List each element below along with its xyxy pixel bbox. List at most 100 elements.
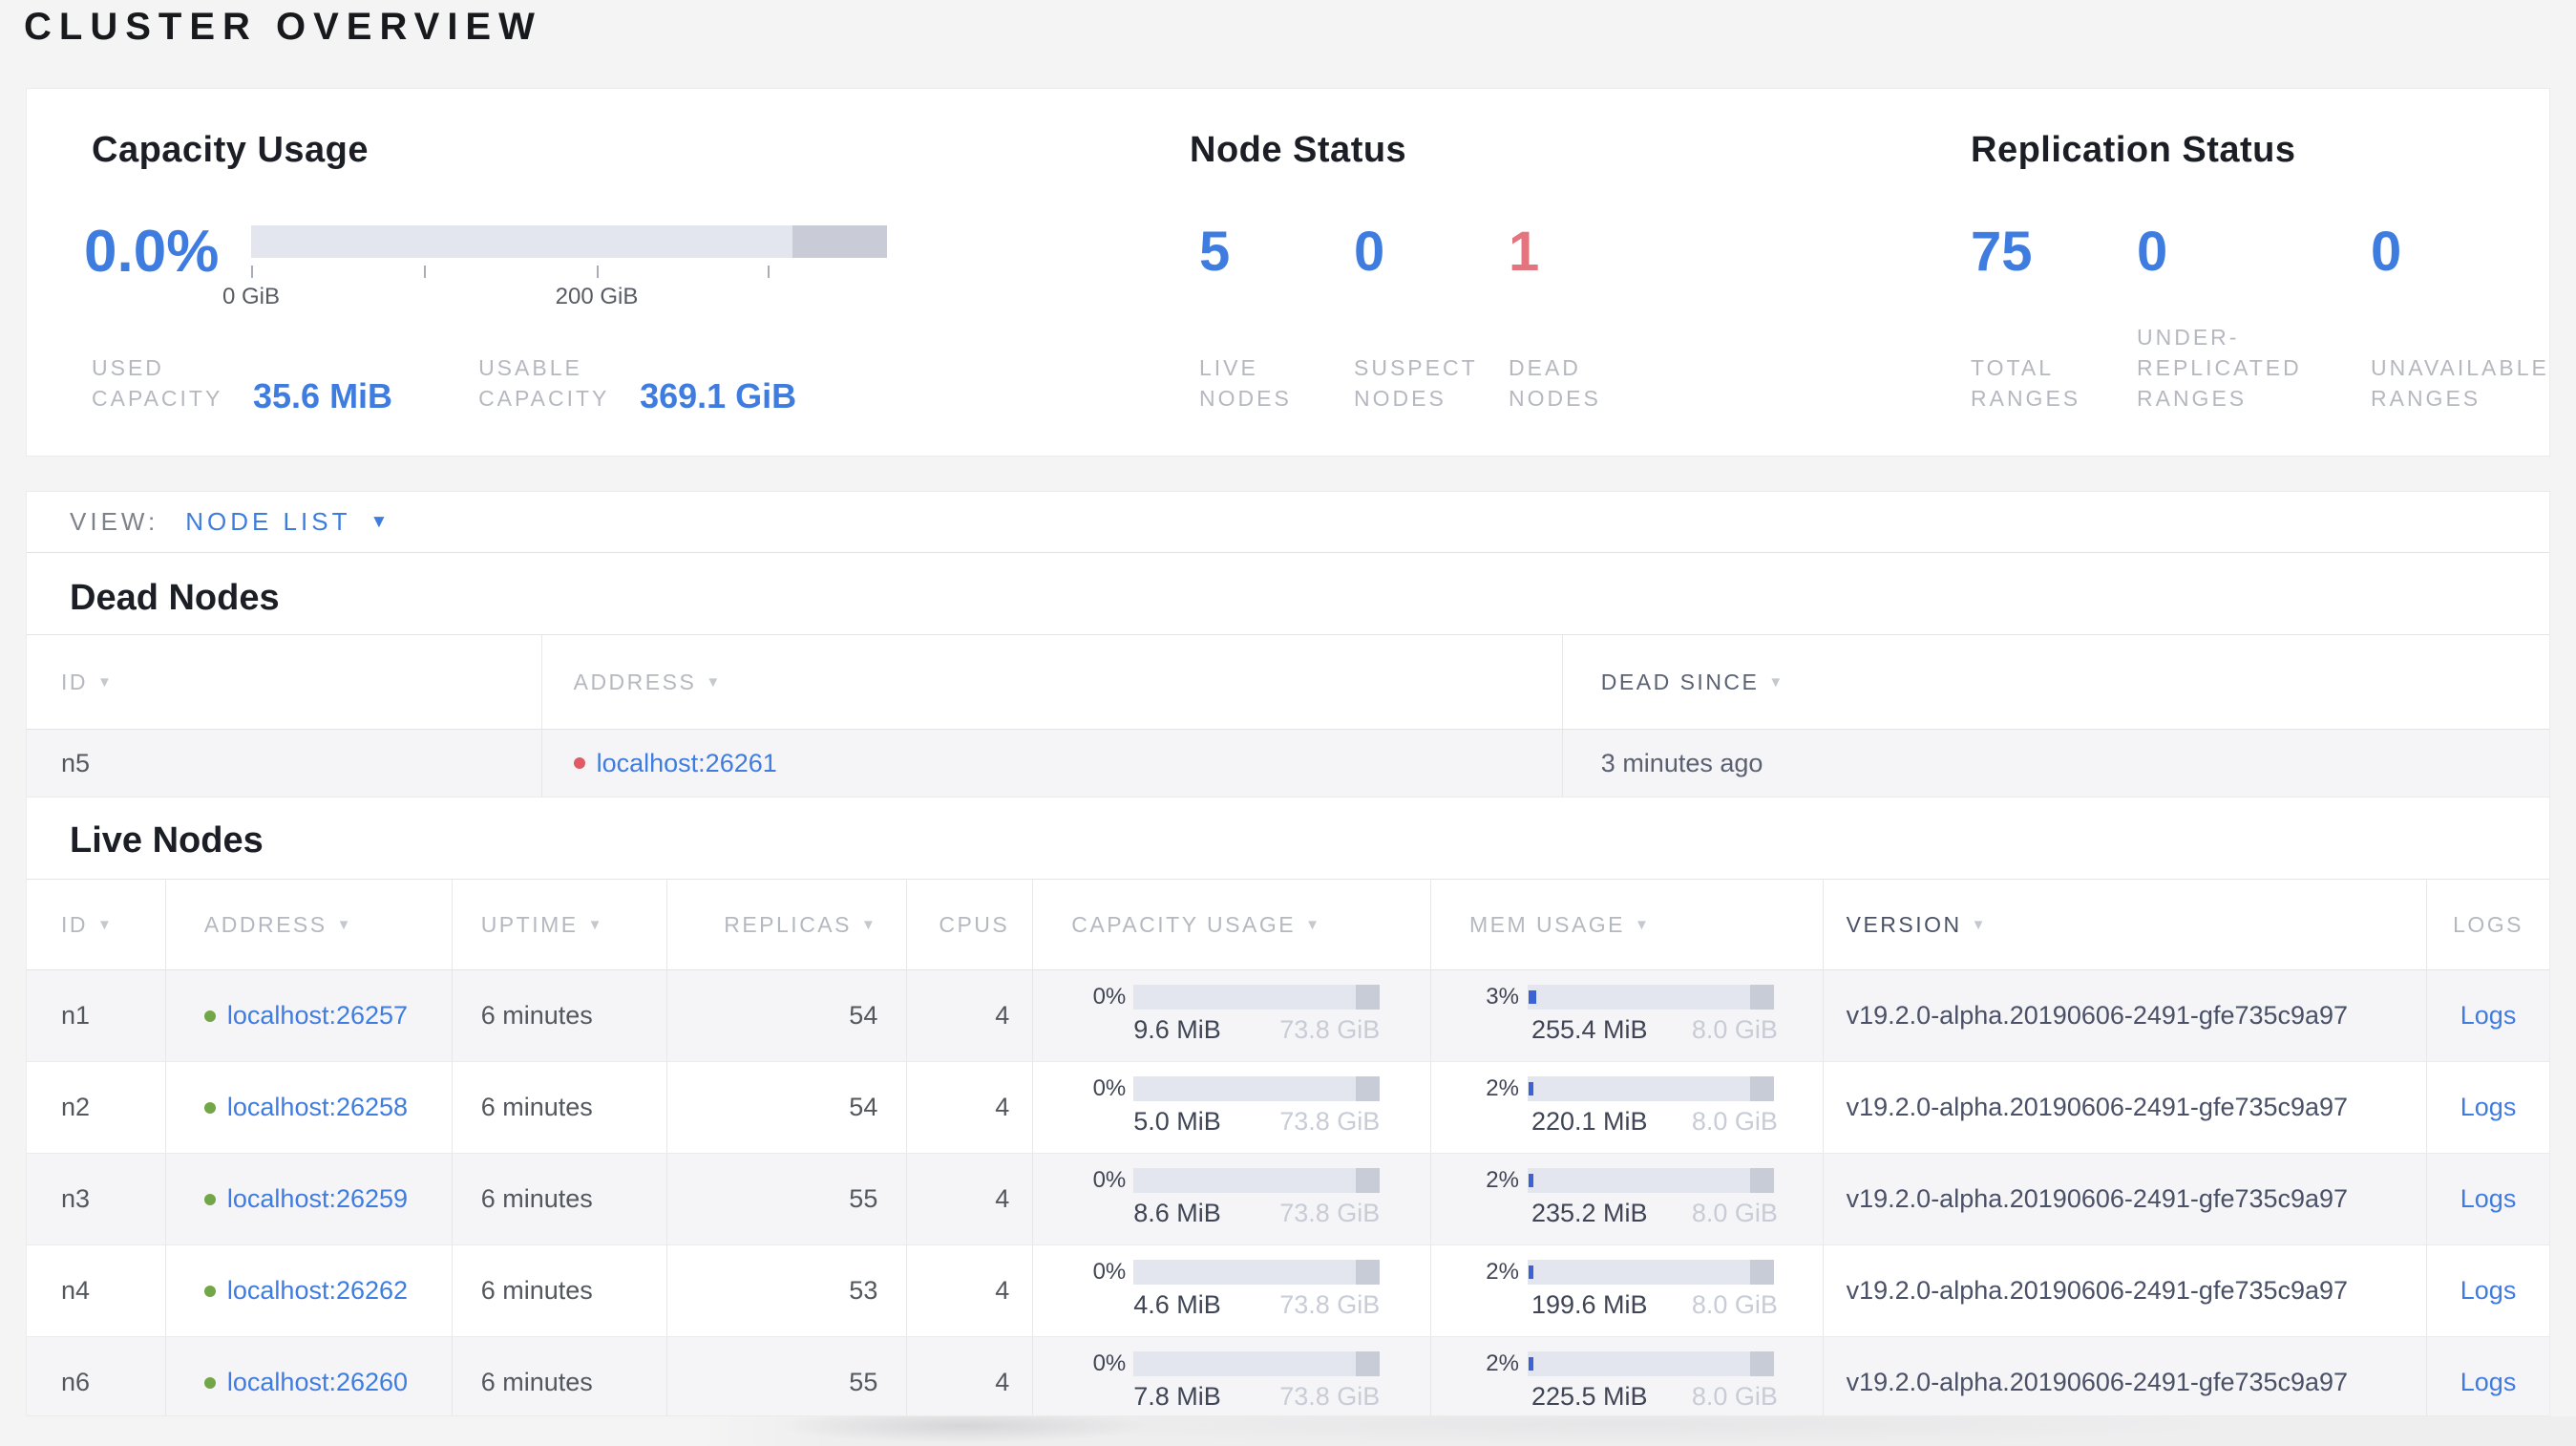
cpus-cell: 4 (907, 970, 1034, 1061)
capacity-used-value: 5.0 MiB (1133, 1107, 1221, 1136)
version-cell: v19.2.0-alpha.20190606-2491-gfe735c9a97 (1824, 1062, 2428, 1153)
mem-usage-cell: 3% 255.4 MiB 8.0 GiB (1431, 970, 1824, 1061)
mem-used-fill (1528, 990, 1536, 1004)
mem-total-value: 8.0 GiB (1691, 1199, 1778, 1227)
capacity-used-value: 9.6 MiB (1133, 1015, 1221, 1044)
capacity-total-value: 73.8 GiB (1279, 1199, 1381, 1227)
live-col-header-id[interactable]: ID ▼ (27, 880, 166, 969)
axis-label-200gib: 200 GiB (555, 284, 639, 309)
node-address-cell: localhost:26259 (166, 1154, 453, 1244)
node-id-cell: n2 (27, 1062, 166, 1153)
dead-col-header-dead-since[interactable]: DEAD SINCE ▼ (1563, 635, 2549, 729)
live-nodes-count: 5 (1199, 221, 1231, 283)
used-capacity-value: 35.6 MiB (253, 376, 393, 415)
mem-bar (1527, 1260, 1774, 1285)
logs-cell: Logs (2427, 1062, 2549, 1153)
live-col-header-cpus[interactable]: CPUS (907, 880, 1034, 969)
capacity-total-value: 73.8 GiB (1279, 1290, 1381, 1319)
node-address-link[interactable]: localhost:26257 (227, 1001, 408, 1031)
mem-other-segment (1749, 985, 1774, 1010)
suspect-nodes-label: SUSPECT NODES (1354, 355, 1478, 411)
live-col-header-capacity-usage[interactable]: CAPACITY USAGE ▼ (1033, 880, 1431, 969)
dead-nodes-count: 1 (1509, 221, 1540, 283)
node-address-link[interactable]: localhost:26262 (227, 1276, 408, 1306)
capacity-bar-track (251, 225, 887, 258)
node-address-link[interactable]: localhost:26260 (227, 1368, 408, 1397)
sort-desc-icon: ▼ (860, 916, 878, 933)
logs-link[interactable]: Logs (2460, 1184, 2517, 1214)
replication-status-heading: Replication Status (1971, 130, 2296, 170)
capacity-bar-chart: 0 GiB 200 GiB (222, 223, 887, 312)
capacity-percent: 0% (1092, 1167, 1127, 1193)
total-ranges-label: TOTAL RANGES (1971, 355, 2081, 411)
capacity-used-value: 7.8 MiB (1133, 1382, 1221, 1411)
dead-node-id-cell: n5 (27, 730, 542, 797)
live-col-header-replicas[interactable]: REPLICAS ▼ (667, 880, 908, 969)
mem-usage-cell: 2% 225.5 MiB 8.0 GiB (1431, 1337, 1824, 1415)
dead-col-header-id[interactable]: ID ▼ (27, 635, 542, 729)
unavailable-ranges-label: UNAVAILABLE RANGES (2371, 355, 2549, 411)
mem-usage-cell: 2% 235.2 MiB 8.0 GiB (1431, 1154, 1824, 1244)
node-address-link[interactable]: localhost:26258 (227, 1093, 408, 1122)
uptime-cell: 6 minutes (453, 1154, 667, 1244)
chevron-down-icon: ▼ (370, 511, 389, 532)
capacity-percent: 0% (1092, 1259, 1127, 1285)
sort-desc-icon: ▼ (706, 673, 723, 691)
node-address-cell: localhost:26260 (166, 1337, 453, 1415)
sort-desc-icon: ▼ (1305, 916, 1322, 933)
bottom-shadow (0, 1416, 2576, 1446)
capacity-other-segment (1356, 985, 1381, 1010)
dead-col-header-address[interactable]: ADDRESS ▼ (542, 635, 1563, 729)
logs-cell: Logs (2427, 1337, 2549, 1415)
cpus-cell: 4 (907, 1154, 1034, 1244)
under-replicated-ranges-label: UNDER-REPLICATED RANGES (2137, 325, 2302, 411)
node-list-panel: VIEW: NODE LIST ▼ Dead Nodes ID ▼ ADDRES… (26, 491, 2550, 1416)
live-nodes-table-header: ID ▼ ADDRESS ▼ UPTIME ▼ REPLICAS ▼ CPUS CAPA… (27, 879, 2549, 970)
logs-link[interactable]: Logs (2460, 1093, 2517, 1122)
capacity-usage-cell: 0% 9.6 MiB 73.8 GiB (1033, 970, 1431, 1061)
capacity-bar (1133, 985, 1381, 1010)
live-col-header-uptime[interactable]: UPTIME ▼ (453, 880, 667, 969)
cpus-cell: 4 (907, 1337, 1034, 1415)
view-selector-dropdown[interactable]: NODE LIST ▼ (185, 507, 388, 537)
live-col-header-version[interactable]: VERSION ▼ (1824, 880, 2428, 969)
live-col-header-mem-usage[interactable]: MEM USAGE ▼ (1431, 880, 1824, 969)
mem-total-value: 8.0 GiB (1691, 1015, 1778, 1044)
capacity-usage-cell: 0% 7.8 MiB 73.8 GiB (1033, 1337, 1431, 1415)
suspect-nodes-count: 0 (1354, 221, 1385, 283)
replicas-cell: 55 (667, 1337, 908, 1415)
dead-node-address-link[interactable]: localhost:26261 (597, 749, 777, 778)
logs-link[interactable]: Logs (2460, 1276, 2517, 1306)
mem-used-value: 199.6 MiB (1531, 1290, 1648, 1319)
sort-desc-icon: ▼ (1768, 673, 1785, 691)
sort-desc-icon: ▼ (587, 916, 604, 933)
logs-cell: Logs (2427, 1154, 2549, 1244)
node-status-section: Node Status 5 LIVE NODES 0 SUSPECT NODES… (1190, 127, 1654, 414)
capacity-usage-section: Capacity Usage 0.0% 0 GiB 200 GiB USED C… (84, 127, 887, 415)
mem-percent: 2% (1486, 1259, 1519, 1285)
sort-desc-icon: ▼ (1635, 916, 1652, 933)
capacity-total-value: 73.8 GiB (1279, 1107, 1381, 1136)
capacity-total-value: 73.8 GiB (1279, 1015, 1381, 1044)
node-id-cell: n3 (27, 1154, 166, 1244)
dead-node-address-cell: localhost:26261 (542, 730, 1563, 797)
total-ranges-count: 75 (1971, 221, 2033, 283)
capacity-other-segment (1356, 1260, 1381, 1285)
live-status-dot-icon (203, 1285, 216, 1297)
capacity-usage-heading: Capacity Usage (92, 130, 370, 170)
capacity-other-segment (1356, 1076, 1381, 1101)
usable-capacity-label: USABLE CAPACITY (478, 355, 610, 411)
mem-used-fill (1528, 1082, 1533, 1095)
live-node-row: n3 localhost:26259 6 minutes 55 4 0% 8.6… (27, 1154, 2549, 1245)
node-address-link[interactable]: localhost:26259 (227, 1184, 408, 1214)
replicas-cell: 55 (667, 1154, 908, 1244)
mem-used-value: 225.5 MiB (1531, 1382, 1648, 1411)
node-id-cell: n1 (27, 970, 166, 1061)
mem-used-fill (1528, 1357, 1533, 1371)
mem-used-value: 220.1 MiB (1531, 1107, 1648, 1136)
logs-link[interactable]: Logs (2460, 1368, 2517, 1397)
dead-nodes-label: DEAD NODES (1509, 355, 1601, 411)
version-cell: v19.2.0-alpha.20190606-2491-gfe735c9a97 (1824, 1154, 2428, 1244)
live-col-header-address[interactable]: ADDRESS ▼ (166, 880, 453, 969)
logs-link[interactable]: Logs (2460, 1001, 2517, 1031)
